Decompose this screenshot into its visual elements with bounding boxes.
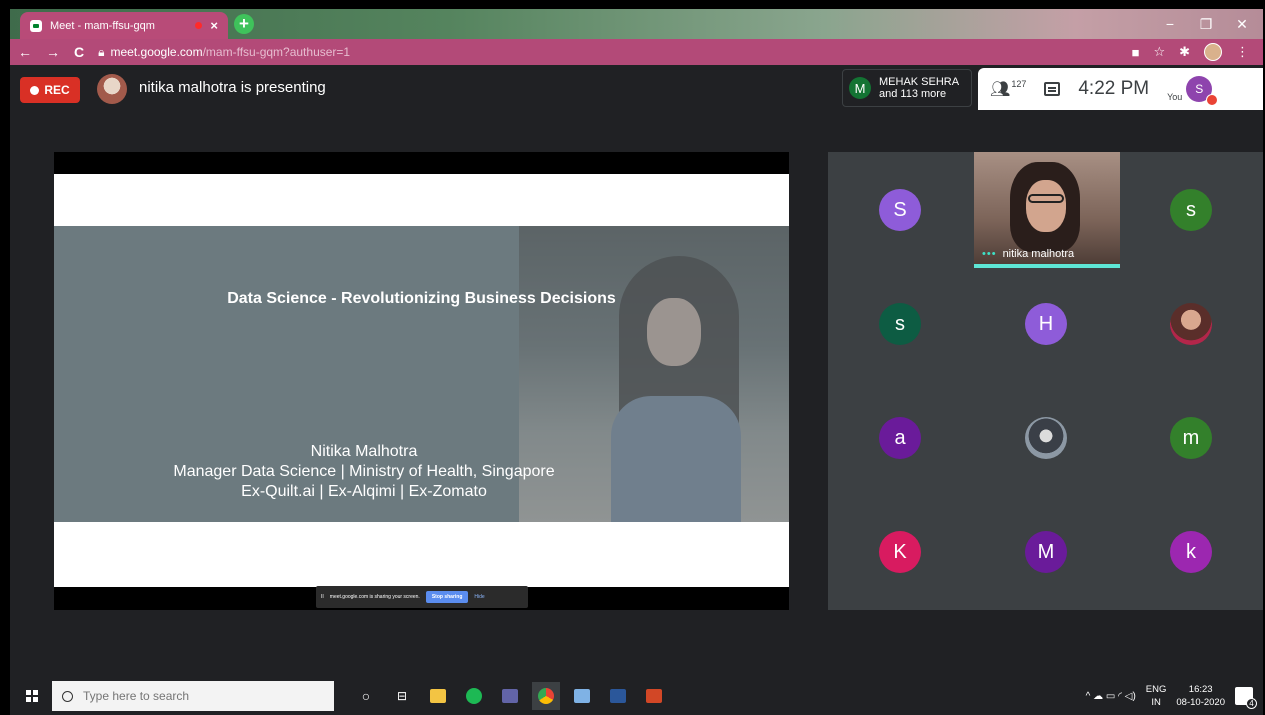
url-path: /mam-ffsu-gqm?authuser=1 <box>202 45 351 59</box>
participant-photo-avatar[interactable] <box>1170 303 1212 345</box>
back-button[interactable]: ← <box>18 44 32 60</box>
presenting-status: nitika malhotra is presenting <box>139 79 326 96</box>
participant-avatar[interactable]: s <box>879 303 921 345</box>
share-status-text: meet.google.com is sharing your screen. <box>329 594 420 600</box>
notification-icon[interactable]: 4 <box>1235 687 1257 709</box>
clock-date[interactable]: 16:23 08-10-2020 <box>1176 683 1225 709</box>
tab-close-button[interactable]: × <box>210 18 218 33</box>
notification-count: 4 <box>1246 698 1257 709</box>
slide-title: Data Science - Revolutionizing Business … <box>227 290 616 307</box>
menu-icon[interactable]: ⋮ <box>1236 44 1249 60</box>
participant-photo-avatar[interactable] <box>1025 417 1067 459</box>
participant-avatar[interactable]: H <box>1025 303 1067 345</box>
screen-share-bar: II meet.google.com is sharing your scree… <box>316 586 528 608</box>
spotify-icon[interactable] <box>460 682 488 710</box>
participant-avatar[interactable]: K <box>879 531 921 573</box>
word-icon[interactable] <box>604 682 632 710</box>
windows-start-icon[interactable] <box>26 690 38 702</box>
rec-badge: REC <box>20 77 80 103</box>
presentation-stage: Data Science - Revolutionizing Business … <box>54 152 789 610</box>
forward-button[interactable]: → <box>46 44 60 60</box>
slide-speaker-name: Nitika Malhotra <box>310 443 418 460</box>
close-window-button[interactable]: ✕ <box>1226 9 1258 39</box>
file-explorer-icon[interactable] <box>424 682 452 710</box>
meet-top-controls: 👥︎ 127 4:22 PM You S <box>978 68 1263 110</box>
hide-button[interactable]: Hide <box>474 594 484 600</box>
rec-label: REC <box>44 83 70 97</box>
lock-icon: 🔒︎ <box>98 44 105 59</box>
system-tray: ^ ☁ ▭ ◜ ◁) ENG IN 16:23 08-10-2020 4 <box>1086 677 1257 715</box>
camera-icon[interactable]: ■ <box>1132 45 1140 60</box>
people-icon: 👥︎ <box>990 81 1011 98</box>
address-toolbar: ← → C 🔒︎ meet.google.com/mam-ffsu-gqm?au… <box>10 39 1263 65</box>
teams-icon[interactable] <box>496 682 524 710</box>
speaking-indicator-icon: ••• <box>982 248 997 260</box>
browser-tab[interactable]: Meet - mam-ffsu-gqm × <box>20 12 228 39</box>
taskbar-time: 16:23 <box>1188 684 1213 695</box>
tab-title: Meet - mam-ffsu-gqm <box>50 19 155 32</box>
participant-avatar[interactable]: k <box>1170 531 1212 573</box>
speaker-video-tile[interactable]: ••• nitika malhotra <box>974 152 1120 268</box>
snipping-tool-icon[interactable] <box>568 682 596 710</box>
omnibox[interactable]: 🔒︎ meet.google.com/mam-ffsu-gqm?authuser… <box>98 45 350 60</box>
browser-tab-strip: Meet - mam-ffsu-gqm × + − ❐ ✕ <box>10 9 1263 39</box>
puzzle-icon[interactable]: ✱ <box>1179 44 1190 60</box>
lang-region: IN <box>1151 697 1161 708</box>
tray-icons[interactable]: ^ ☁ ▭ ◜ ◁) <box>1086 691 1136 702</box>
you-label: You <box>1167 92 1183 102</box>
profile-avatar[interactable] <box>1204 43 1222 61</box>
participant-avatar[interactable]: a <box>879 417 921 459</box>
lang-code: ENG <box>1145 684 1167 695</box>
cortana-icon[interactable]: ○ <box>352 682 380 710</box>
participant-count: 127 <box>1011 79 1027 89</box>
meet-window: REC nitika malhotra is presenting M MEHA… <box>10 65 1263 677</box>
task-view-icon[interactable]: ⊟ <box>388 682 416 710</box>
participant-avatar[interactable]: s <box>1170 189 1212 231</box>
language-indicator[interactable]: ENG IN <box>1146 683 1167 709</box>
reload-button[interactable]: C <box>74 44 84 60</box>
taskbar-search[interactable] <box>52 681 334 711</box>
new-tab-button[interactable]: + <box>234 14 254 34</box>
slide-speaker-role: Manager Data Science | Ministry of Healt… <box>173 463 555 480</box>
people-chip[interactable]: M MEHAK SEHRA and 113 more <box>842 69 972 107</box>
participant-avatar[interactable]: m <box>1170 417 1212 459</box>
participant-avatar[interactable]: M <box>1025 531 1067 573</box>
minimize-button[interactable]: − <box>1154 9 1186 39</box>
chat-icon[interactable] <box>1044 82 1061 96</box>
slide-banner: Data Science - Revolutionizing Business … <box>54 226 789 522</box>
participant-avatar[interactable]: S <box>879 189 921 231</box>
stop-sharing-button[interactable]: Stop sharing <box>425 591 469 603</box>
windows-taskbar: ○ ⊟ ^ ☁ ▭ ◜ ◁) ENG IN 16:23 08-10-2020 4 <box>10 677 1263 715</box>
slide: Data Science - Revolutionizing Business … <box>54 174 789 587</box>
taskbar-date: 08-10-2020 <box>1176 697 1225 708</box>
url-host: meet.google.com <box>110 45 203 59</box>
powerpoint-icon[interactable] <box>640 682 668 710</box>
presenter-avatar <box>97 74 127 104</box>
slide-speaker-history: Ex-Quilt.ai | Ex-Alqimi | Ex-Zomato <box>241 483 487 500</box>
self-avatar[interactable]: S <box>1186 76 1219 106</box>
star-icon[interactable]: ☆ <box>1153 44 1165 60</box>
people-chip-name: MEHAK SEHRA <box>879 76 960 88</box>
people-chip-avatar: M <box>849 77 871 99</box>
participants-button[interactable]: 👥︎ 127 <box>990 79 1026 99</box>
maximize-button[interactable]: ❐ <box>1190 9 1222 39</box>
chrome-icon[interactable] <box>532 682 560 710</box>
pause-icon: II <box>321 594 324 600</box>
meeting-clock: 4:22 PM <box>1078 78 1150 99</box>
active-speaker-bar <box>974 264 1120 268</box>
participant-grid: S ••• nitika malhotra s s H a m K M k <box>828 152 1263 610</box>
mic-off-icon <box>1206 94 1219 106</box>
people-chip-more: and 113 more <box>879 88 947 100</box>
record-dot-icon <box>30 85 40 95</box>
recording-indicator-icon <box>195 22 203 29</box>
search-icon <box>62 690 73 702</box>
search-input[interactable] <box>83 689 303 703</box>
meet-favicon-icon <box>30 19 42 32</box>
self-initial: S <box>1195 82 1204 96</box>
speaker-name: nitika malhotra <box>1002 248 1075 260</box>
